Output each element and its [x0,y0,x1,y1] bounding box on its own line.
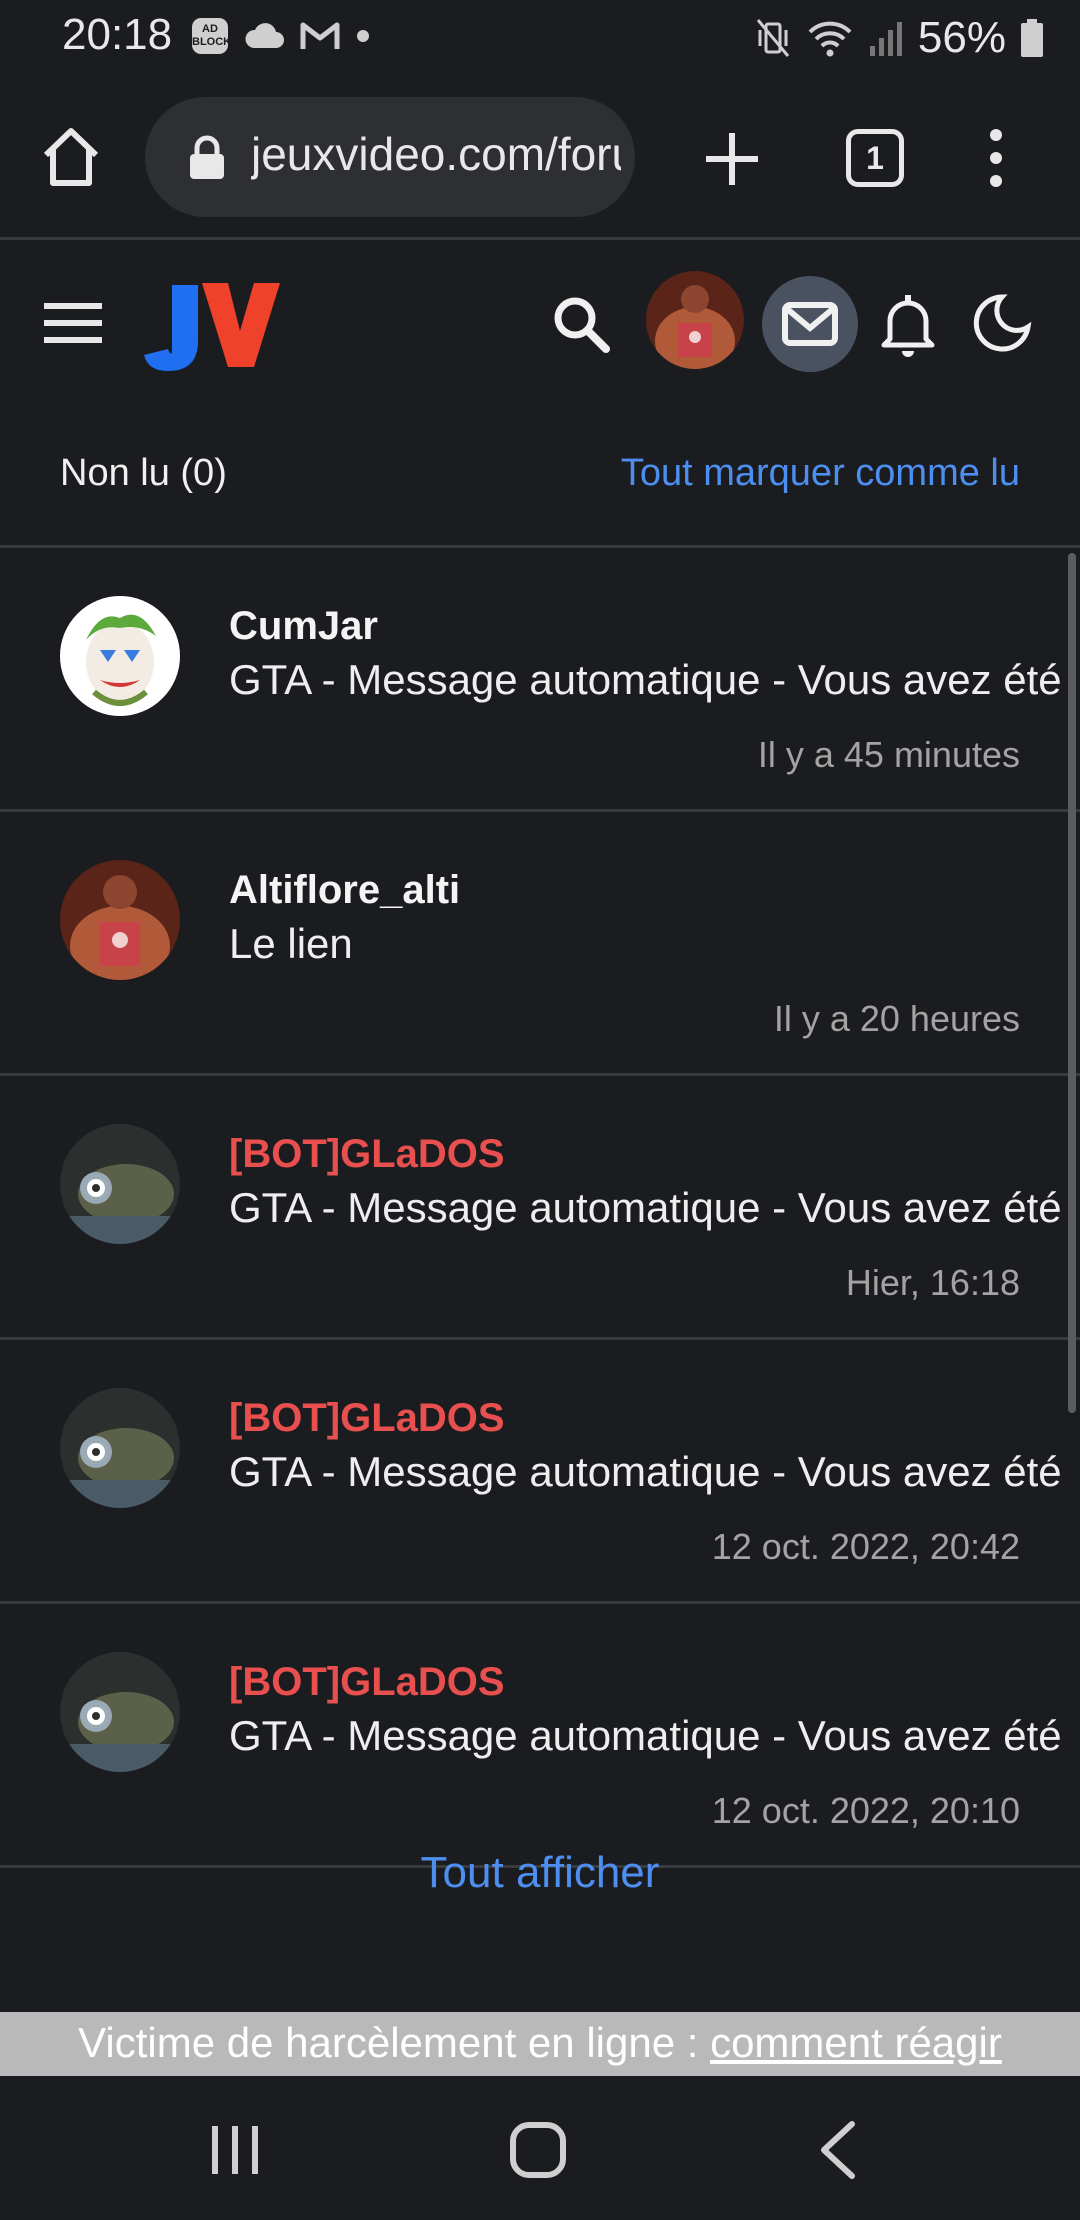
message-date: 12 oct. 2022, 20:10 [711,1790,1020,1831]
system-navigation-bar [0,2078,1080,2220]
message-item[interactable]: CumJar GTA - Message automatique - Vous … [0,548,1080,812]
signal-icon [869,22,902,56]
message-item[interactable]: [BOT]GLaDOS GTA - Message automatique - … [0,1340,1080,1604]
new-tab-icon[interactable] [700,127,764,191]
status-time: 20:18 [62,10,173,59]
battery-icon [1021,19,1043,57]
message-author: Altiflore_alti [229,868,461,912]
bot-avatar [60,1124,180,1244]
status-left-icons: AD BLOCKER [192,16,370,56]
message-date: Hier, 16:18 [845,1262,1020,1303]
adblock-icon: AD BLOCKER [192,18,246,54]
browser-toolbar: jeuxvideo.com/forums 1 [0,75,1080,240]
bell-icon[interactable] [878,293,938,359]
battery-percent: 56% [917,13,1006,62]
bot-avatar [60,1652,180,1772]
site-header [0,243,1080,400]
message-date: Il y a 20 heures [773,998,1020,1039]
mail-button[interactable] [762,276,858,372]
message-subject: GTA - Message automatique - Vous avez ét… [229,656,1062,703]
dark-mode-icon[interactable] [972,293,1032,353]
view-all-link[interactable]: Tout afficher [0,1848,1080,1898]
status-right-icons: 56% [754,10,1044,66]
recent-apps-icon[interactable] [208,2122,262,2178]
more-options-icon[interactable] [976,123,1016,193]
dot-icon [357,30,369,42]
wifi-icon [808,21,852,57]
bot-avatar [60,1388,180,1508]
scrollbar[interactable] [1068,553,1076,1413]
mail-icon [782,302,838,346]
message-author: [BOT]GLaDOS [229,1396,505,1440]
messages-panel-header: Non lu (0) Tout marquer comme lu [0,400,1080,548]
status-bar: 20:18 AD BLOCKER 56% [0,0,1080,75]
message-date: Il y a 45 minutes [757,734,1020,775]
message-item[interactable]: [BOT]GLaDOS GTA - Message automatique - … [0,1076,1080,1340]
harassment-text: Victime de harcèlement en ligne : [78,2019,711,2066]
message-subject: GTA - Message automatique - Vous avez ét… [229,1448,1062,1495]
message-item[interactable]: [BOT]GLaDOS GTA - Message automatique - … [0,1604,1080,1868]
message-date: 12 oct. 2022, 20:42 [711,1526,1020,1567]
tab-switcher-button[interactable]: 1 [846,129,904,187]
joker-avatar [60,596,180,716]
mark-all-read-link[interactable]: Tout marquer comme lu [621,452,1020,495]
url-bar[interactable]: jeuxvideo.com/forums [145,97,635,217]
message-item[interactable]: Altiflore_alti Le lien Il y a 20 heures [0,812,1080,1076]
harassment-help-link[interactable]: comment réagir [710,2019,1002,2066]
message-subject: Le lien [229,920,353,967]
url-text[interactable]: jeuxvideo.com/forums [251,127,621,181]
message-list: CumJar GTA - Message automatique - Vous … [0,548,1080,1868]
message-subject: GTA - Message automatique - Vous avez ét… [229,1712,1062,1759]
message-subject: GTA - Message automatique - Vous avez ét… [229,1184,1062,1231]
user-avatar[interactable] [646,271,744,369]
gmail-icon [300,22,340,49]
harassment-banner: Victime de harcèlement en ligne : commen… [0,2012,1080,2076]
lock-icon [190,135,224,179]
home-nav-icon[interactable] [508,2120,568,2180]
bodybuilder-avatar [60,860,180,980]
message-author: CumJar [229,604,378,648]
search-icon[interactable] [550,293,612,355]
message-author: [BOT]GLaDOS [229,1132,505,1176]
vibrate-icon [756,19,790,57]
message-author: [BOT]GLaDOS [229,1660,505,1704]
back-icon[interactable] [816,2118,860,2182]
cloud-icon [245,23,284,48]
hamburger-menu-icon[interactable] [44,301,102,345]
jv-logo[interactable] [142,275,282,375]
unread-count: Non lu (0) [60,452,227,494]
home-icon[interactable] [36,123,106,193]
